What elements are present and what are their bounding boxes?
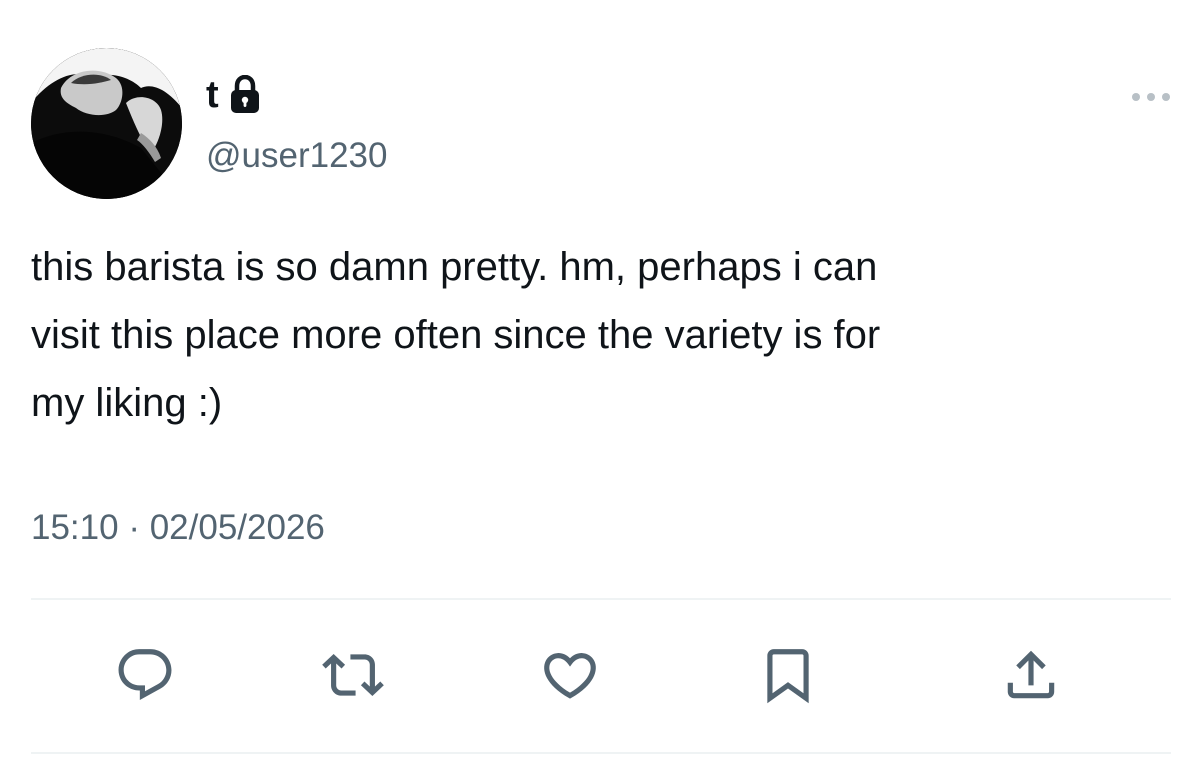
- meta-separator: ·: [128, 508, 140, 547]
- share-icon: [1007, 650, 1055, 699]
- bookmark-button[interactable]: [753, 640, 823, 710]
- retweet-button[interactable]: [318, 640, 388, 710]
- divider: [31, 598, 1171, 600]
- avatar[interactable]: [31, 48, 182, 199]
- lock-icon: [229, 74, 261, 115]
- user-name-row: t: [206, 70, 261, 120]
- user-handle[interactable]: @user1230: [206, 134, 387, 178]
- heart-icon: [544, 653, 596, 699]
- avatar-image: [31, 48, 182, 199]
- bookmark-icon: [767, 649, 809, 704]
- tweet-time: 15:10: [31, 508, 119, 547]
- tweet-date: 02/05/2026: [149, 508, 325, 547]
- like-button[interactable]: [535, 640, 605, 710]
- divider: [31, 752, 1171, 754]
- tweet-card: t @user1230 this barista is so damn pret…: [0, 0, 1200, 765]
- display-name[interactable]: t: [206, 70, 219, 120]
- share-button[interactable]: [996, 640, 1066, 710]
- reply-button[interactable]: [110, 640, 180, 710]
- tweet-text: this barista is so damn pretty. hm, perh…: [31, 245, 881, 425]
- retweet-icon: [322, 654, 384, 696]
- reply-icon: [118, 649, 172, 701]
- more-options-icon[interactable]: [1124, 82, 1184, 112]
- tweet-timestamp[interactable]: 15:10 · 02/05/2026: [31, 500, 325, 556]
